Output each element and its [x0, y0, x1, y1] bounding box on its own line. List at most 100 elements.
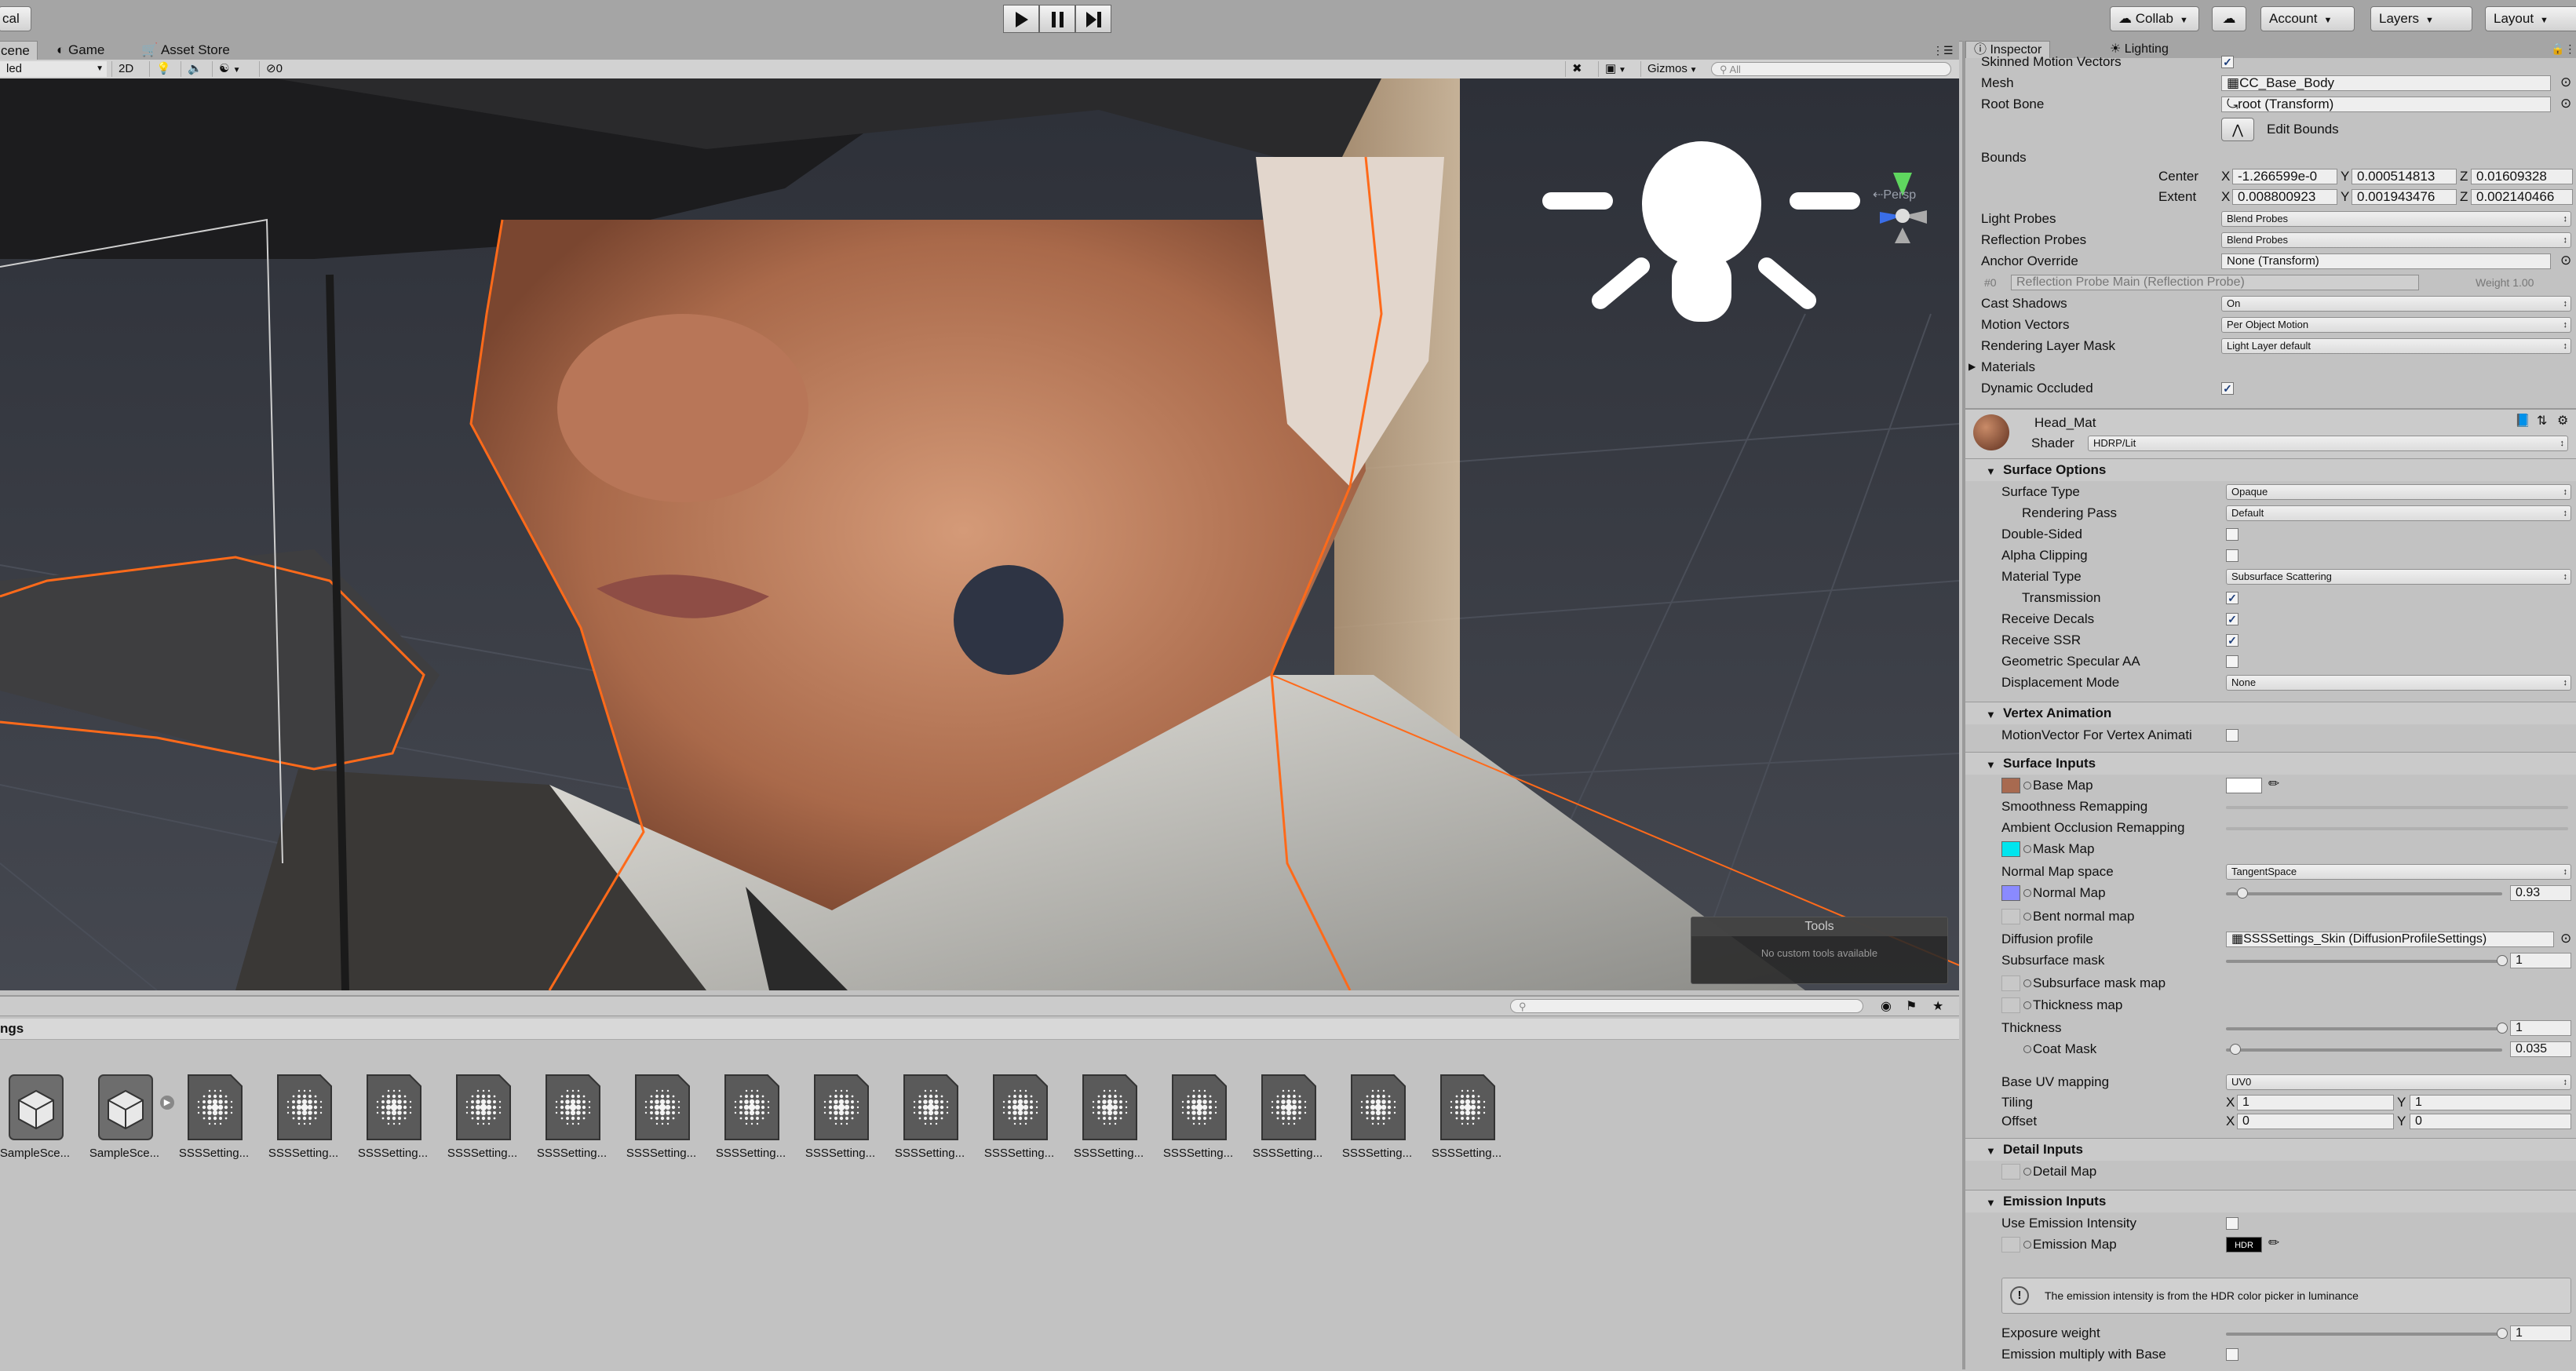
normal-map-space-dropdown[interactable]: TangentSpace	[2226, 864, 2571, 880]
use-emission-intensity-checkbox[interactable]	[2226, 1217, 2238, 1230]
dynamic-occluded-checkbox[interactable]: ✓	[2221, 382, 2234, 395]
filter-type-icon[interactable]: ◉	[1881, 998, 1892, 1014]
texture-picker-icon[interactable]	[2023, 1001, 2031, 1009]
subsurface-mask-slider[interactable]	[2226, 955, 2508, 966]
displacement-mode-dropdown[interactable]: None	[2226, 675, 2571, 691]
project-search-input[interactable]: ⚲	[1510, 999, 1863, 1013]
slider-knob[interactable]	[2230, 1044, 2242, 1055]
account-dropdown[interactable]: Account ▼	[2260, 6, 2355, 31]
hidden-objects-toggle[interactable]: ⊘0	[259, 61, 297, 77]
base-color-field[interactable]	[2226, 778, 2262, 793]
favorite-star-icon[interactable]: ★	[1932, 998, 1943, 1014]
reflection-probes-dropdown[interactable]: Blend Probes	[2221, 232, 2571, 248]
step-button[interactable]	[1075, 5, 1111, 33]
coat-mask-slider[interactable]	[2226, 1044, 2502, 1055]
edit-bounds-button[interactable]: ⋀	[2221, 118, 2254, 141]
transmission-checkbox[interactable]: ✓	[2226, 592, 2238, 604]
mask-map-texture-slot[interactable]	[2001, 841, 2020, 857]
bent-normal-texture-slot[interactable]	[2001, 909, 2020, 924]
subsurface-mask-texture-slot[interactable]	[2001, 975, 2020, 991]
exposure-weight-slider[interactable]	[2226, 1328, 2508, 1339]
extent-y-field[interactable]: 0.001943476	[2352, 189, 2457, 205]
surface-type-dropdown[interactable]: Opaque	[2226, 484, 2571, 500]
asset-item[interactable]: SampleSce...	[0, 1074, 76, 1168]
eyedropper-icon[interactable]: ✏	[2268, 776, 2279, 792]
asset-item[interactable]: SSSSetting...	[262, 1074, 345, 1168]
extent-z-field[interactable]: 0.002140466	[2471, 189, 2573, 205]
detail-inputs-header[interactable]: ▼ Detail Inputs	[1965, 1138, 2576, 1161]
cast-shadows-dropdown[interactable]: On	[2221, 296, 2571, 312]
asset-item[interactable]: SSSSetting...	[1067, 1074, 1150, 1168]
subsurface-mask-value-field[interactable]: 1	[2510, 953, 2571, 968]
center-x-field[interactable]: -1.266599e-0	[2232, 169, 2337, 184]
asset-item[interactable]: SSSSetting...	[710, 1074, 792, 1168]
slider-knob[interactable]	[2497, 1328, 2508, 1339]
texture-picker-icon[interactable]	[2023, 1168, 2031, 1176]
tiling-x-field[interactable]: 1	[2237, 1095, 2394, 1110]
slider-knob[interactable]	[2237, 888, 2249, 899]
asset-item[interactable]: SSSSetting...	[1425, 1074, 1508, 1168]
detail-map-texture-slot[interactable]	[2001, 1164, 2020, 1180]
cloud-services-button[interactable]: ☁	[2212, 6, 2246, 31]
slider-knob[interactable]	[2497, 1023, 2508, 1034]
texture-picker-icon[interactable]	[2023, 913, 2031, 921]
thickness-range-slider[interactable]	[2226, 1023, 2508, 1034]
eyedropper-icon[interactable]: ✏	[2268, 1235, 2279, 1251]
coat-mask-value-field[interactable]: 0.035	[2510, 1041, 2571, 1057]
scene-search-input[interactable]: ⚲ All	[1711, 62, 1951, 76]
light-probes-dropdown[interactable]: Blend Probes	[2221, 211, 2571, 227]
object-picker-icon[interactable]: ⊙	[2560, 931, 2571, 946]
ao-range-slider[interactable]	[2226, 827, 2568, 830]
layout-dropdown[interactable]: Layout ▼	[2485, 6, 2576, 31]
offset-y-field[interactable]: 0	[2410, 1114, 2571, 1129]
audio-toggle[interactable]: 🔈	[181, 61, 209, 77]
camera-dropdown[interactable]: ▣ ▼	[1598, 61, 1637, 77]
gear-icon[interactable]: ⚙	[2557, 413, 2568, 428]
receive-ssr-checkbox[interactable]: ✓	[2226, 634, 2238, 647]
center-z-field[interactable]: 0.01609328	[2471, 169, 2573, 184]
texture-picker-icon[interactable]	[2023, 1045, 2031, 1053]
emission-map-texture-slot[interactable]	[2001, 1237, 2020, 1252]
texture-picker-icon[interactable]	[2023, 979, 2031, 987]
root-bone-field[interactable]: ⤿root (Transform)	[2221, 97, 2551, 112]
receive-decals-checkbox[interactable]: ✓	[2226, 613, 2238, 625]
normal-map-texture-slot[interactable]	[2001, 885, 2020, 901]
mesh-field[interactable]: ▦CC_Base_Body	[2221, 75, 2551, 91]
double-sided-checkbox[interactable]	[2226, 528, 2238, 541]
asset-item[interactable]: SSSSetting...	[173, 1074, 255, 1168]
offset-x-field[interactable]: 0	[2237, 1114, 2394, 1129]
normal-map-slider[interactable]	[2226, 888, 2502, 899]
filter-label-icon[interactable]: ⚑	[1906, 998, 1917, 1014]
asset-item[interactable]: SSSSetting...	[978, 1074, 1060, 1168]
lighting-toggle[interactable]: 💡	[149, 61, 177, 77]
motion-vectors-dropdown[interactable]: Per Object Motion	[2221, 317, 2571, 333]
gizmos-dropdown[interactable]: Gizmos ▼	[1640, 61, 1703, 77]
help-book-icon[interactable]: 📘	[2515, 413, 2530, 428]
extent-x-field[interactable]: 0.008800923	[2232, 189, 2337, 205]
emission-color-field[interactable]: HDR	[2226, 1237, 2262, 1252]
texture-picker-icon[interactable]	[2023, 1241, 2031, 1249]
asset-item[interactable]: SSSSetting...	[799, 1074, 881, 1168]
preset-icon[interactable]: ⇅	[2537, 413, 2547, 428]
toggle-2d-button[interactable]: 2D	[111, 61, 146, 77]
geometric-specular-aa-checkbox[interactable]	[2226, 655, 2238, 668]
motionvector-vertex-checkbox[interactable]	[2226, 729, 2238, 742]
perspective-label[interactable]: ⇠Persp	[1873, 187, 1916, 202]
asset-item[interactable]: SSSSetting...	[441, 1074, 524, 1168]
project-breadcrumb[interactable]: ngs	[0, 1019, 1959, 1040]
materials-row[interactable]: ▶ Materials	[1965, 357, 2576, 377]
texture-picker-icon[interactable]	[2023, 889, 2031, 897]
thickness-texture-slot[interactable]	[2001, 997, 2020, 1013]
base-uv-mapping-dropdown[interactable]: UV0	[2226, 1074, 2571, 1090]
pause-button[interactable]	[1039, 5, 1075, 33]
object-picker-icon[interactable]: ⊙	[2560, 253, 2571, 268]
asset-item[interactable]: SSSSetting...	[888, 1074, 971, 1168]
tab-asset-store[interactable]: 🛒 Asset Store	[133, 41, 238, 60]
skinned-motion-vectors-checkbox[interactable]: ✓	[2221, 56, 2234, 68]
alpha-clipping-checkbox[interactable]	[2226, 549, 2238, 562]
layers-dropdown[interactable]: Layers ▼	[2370, 6, 2472, 31]
play-button[interactable]	[1003, 5, 1039, 33]
shading-mode-dropdown[interactable]: led ▼	[0, 61, 107, 77]
asset-item[interactable]: SSSSetting...	[531, 1074, 613, 1168]
scene-tools-button[interactable]: ✖	[1565, 61, 1593, 77]
